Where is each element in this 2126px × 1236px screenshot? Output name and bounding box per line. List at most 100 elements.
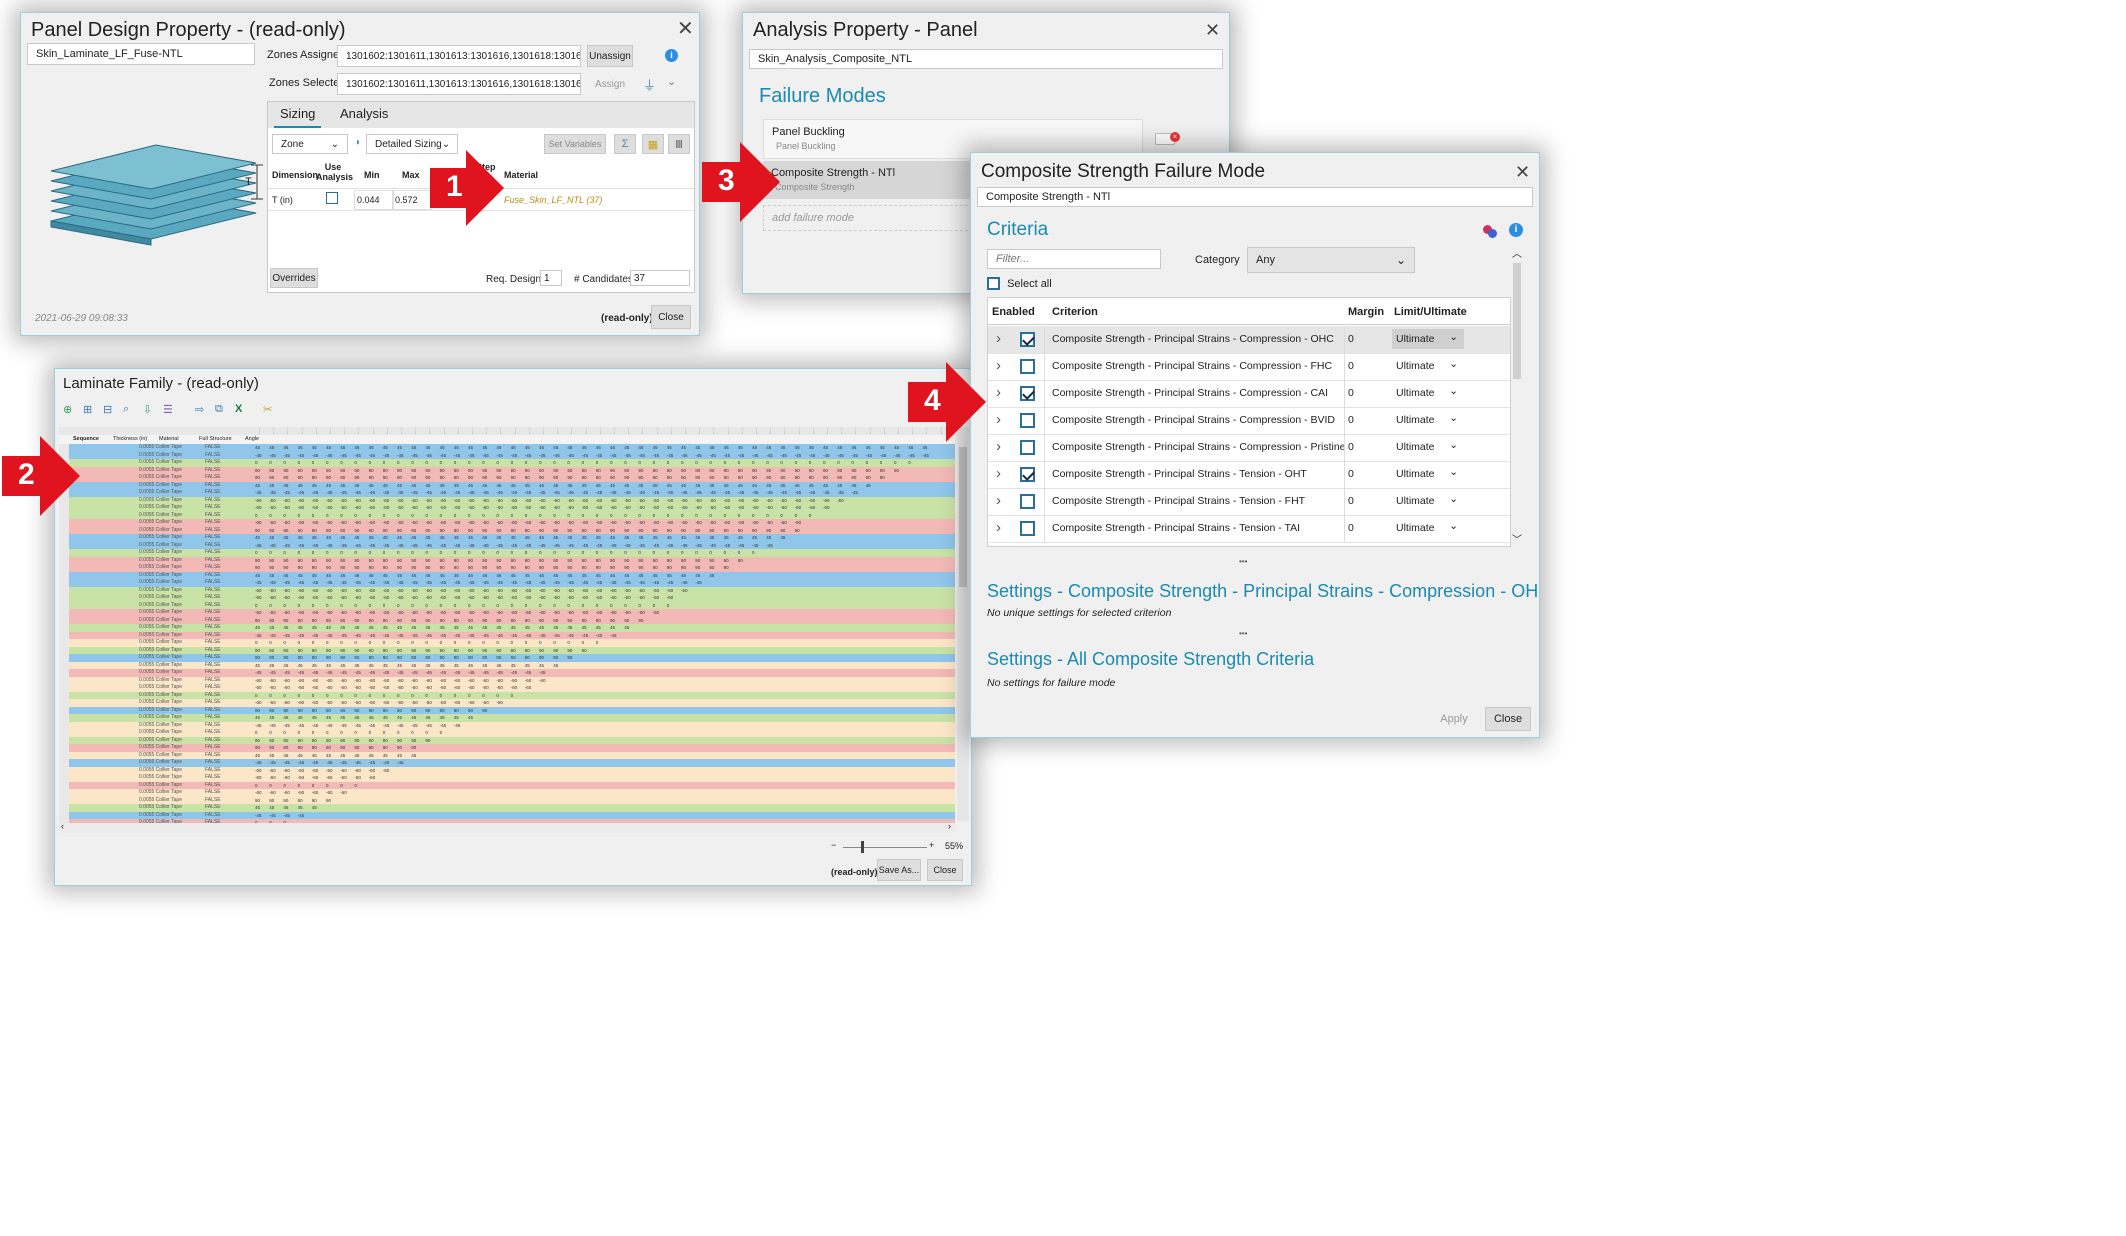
column-letter[interactable] (443, 427, 445, 435)
laminate-row[interactable]: 0.0055 Collier Tape FALSE 0 0 0 0 0 0 0 0 0 0 0 0 0 0 0 0… (59, 601, 955, 609)
zones-selected-field[interactable]: 1301602:1301611,1301613:1301616,1301618:… (337, 73, 581, 95)
limit-ultimate-select[interactable]: Ultimate ⌄ (1392, 410, 1464, 430)
laminate-row[interactable]: 0.0055 Collier Tape FALSE 90 90 90 90 90 90 90 90… (59, 744, 955, 752)
laminate-row[interactable]: 0.0055 Collier Tape FALSE 90 90 90 90 90 90 90 90… (59, 474, 955, 482)
laminate-row[interactable]: 0.0055 Collier Tape FALSE 45 45 45 45 45 (59, 804, 955, 812)
chart-icon[interactable]: ▦ (642, 134, 664, 154)
column-letter[interactable] (287, 427, 289, 435)
criteria-scrollbar[interactable]: ︿ ﹀ (1511, 245, 1523, 546)
limit-ultimate-select[interactable]: Ultimate ⌄ (1392, 518, 1464, 538)
column-letter[interactable] (869, 427, 871, 435)
column-letter[interactable] (656, 427, 658, 435)
laminate-row[interactable]: 0.0055 Collier Tape FALSE -45 -45 -45 -45 -45-… (59, 489, 955, 497)
laminate-row[interactable]: 0.0055 Collier Tape FALSE -45 -45 -45 -45 -45-… (59, 451, 955, 459)
columns-icon[interactable]: Ⅲ (668, 134, 690, 154)
laminate-row[interactable]: 0.0055 Collier Tape FALSE 0 0 0 0 0 0 0 0 0 0 0 0 0 0 0 0… (59, 549, 955, 557)
margin-value[interactable]: 0 (1348, 360, 1354, 372)
criterion-enabled-checkbox[interactable] (1020, 413, 1035, 428)
vertical-scrollbar[interactable] (957, 427, 969, 821)
column-letter[interactable] (472, 427, 473, 435)
add-failure-mode[interactable]: add failure mode (763, 205, 993, 231)
laminate-row[interactable]: 0.0055 Collier Tape FALSE 0 0 0 0 0 0 0 0 0 0 0 0 0 0 0 0… (59, 511, 955, 519)
criterion-enabled-checkbox[interactable] (1020, 521, 1035, 536)
margin-value[interactable]: 0 (1348, 522, 1354, 534)
max-value[interactable]: 0.572 (392, 190, 432, 210)
column-letter[interactable] (685, 427, 686, 435)
column-letter[interactable] (827, 427, 828, 435)
panel-close-button[interactable]: Close (651, 305, 691, 329)
tab-analysis[interactable]: Analysis (334, 106, 394, 121)
column-letter[interactable] (429, 427, 431, 435)
column-letter[interactable] (784, 427, 786, 435)
criteria-row[interactable]: › Composite Strength - Principal Strains … (988, 515, 1510, 543)
laminate-row[interactable]: 0.0055 Collier Tape FALSE 90 90 90 90 90 90 90 90… (59, 466, 955, 474)
zone-select[interactable]: Zone ⌄ (272, 134, 348, 154)
laminate-row[interactable]: 0.0055 Collier Tape FALSE 45 45 45 45 45 45 45 45… (59, 534, 955, 542)
laminate-row[interactable]: 0.0055 Collier Tape FALSE 0 0 0 0 0 0 0 0 0 0 0 0 0 0 0 0… (59, 459, 955, 467)
margin-value[interactable]: 0 (1348, 495, 1354, 507)
chevron-right-icon[interactable]: › (948, 821, 951, 831)
laminate-row[interactable]: 0.0055 Collier Tape FALSE -60 -60 -60 -60 -60-… (59, 789, 955, 797)
chevron-right-icon[interactable]: › (996, 438, 1001, 455)
column-letter[interactable] (358, 427, 360, 435)
laminate-row[interactable]: 0.0055 Collier Tape FALSE -60 -60 -60 -60 -60-… (59, 774, 955, 782)
column-letter[interactable] (273, 427, 275, 435)
column-letter[interactable] (585, 427, 587, 435)
laminate-row[interactable]: 0.0055 Collier Tape FALSE 90 90 90 90 90 90 90 90… (59, 706, 955, 714)
min-value[interactable]: 0.044 (354, 190, 394, 210)
zoom-in-icon[interactable]: + (929, 840, 934, 850)
delete-row-icon[interactable]: ⊟ (103, 403, 112, 416)
chevron-down-icon[interactable]: ﹀ (1512, 531, 1522, 546)
chevron-left-icon[interactable]: ‹ (61, 821, 64, 831)
laminate-spreadsheet[interactable]: Sequence Thickness (in) Material Full St… (59, 427, 955, 823)
limit-ultimate-select[interactable]: Ultimate ⌄ (1392, 437, 1464, 457)
laminate-row[interactable]: 0.0055 Collier Tape FALSE -60 -60 -60 -60 -60-… (59, 519, 955, 527)
chevron-right-icon[interactable]: › (996, 357, 1001, 374)
laminate-row[interactable]: 0.0055 Collier Tape FALSE 90 90 90 90 90 90 (59, 796, 955, 804)
column-letter[interactable] (614, 427, 615, 435)
column-letter[interactable] (599, 427, 601, 435)
laminate-row[interactable]: 0.0055 Collier Tape FALSE 45 45 45 45 45 45 45 45… (59, 571, 955, 579)
laminate-row[interactable]: 0.0055 Collier Tape FALSE -45 -45 -45 -45 -45-… (59, 541, 955, 549)
zoom-slider[interactable]: − + (831, 840, 934, 853)
margin-value[interactable]: 0 (1348, 468, 1354, 480)
column-letter[interactable] (514, 427, 516, 435)
search-icon[interactable]: ⌕ (123, 403, 129, 416)
column-letter[interactable] (401, 427, 402, 435)
panel-name-field[interactable]: Skin_Laminate_LF_Fuse-NTL (27, 43, 255, 65)
laminate-row[interactable]: 0.0055 Collier Tape FALSE -45 -45 -45 -45 -45-… (59, 759, 955, 767)
criterion-enabled-checkbox[interactable] (1020, 332, 1035, 347)
excel-icon[interactable]: X (235, 403, 242, 415)
criteria-row[interactable]: › Composite Strength - Principal Strains … (988, 380, 1510, 408)
list-icon[interactable]: ☰ (163, 403, 173, 416)
criterion-enabled-checkbox[interactable] (1020, 440, 1035, 455)
zoom-out-icon[interactable]: − (831, 840, 836, 850)
criteria-row[interactable]: › Composite Strength - Principal Strains … (988, 434, 1510, 462)
copy-icon[interactable]: ⧉ (215, 403, 223, 416)
column-letter[interactable] (770, 427, 772, 435)
candidates-field[interactable]: 37 (630, 270, 690, 286)
criteria-row[interactable]: › Composite Strength - Principal Strains … (988, 353, 1510, 381)
laminate-row[interactable]: 0.0055 Collier Tape FALSE -60 -60 -60 -60 -60-… (59, 586, 955, 594)
select-all[interactable]: Select all (987, 277, 1052, 290)
column-letter[interactable] (841, 427, 843, 435)
failure-mode-composite-strength[interactable]: Composite Strength - NTl Composite Stren… (763, 161, 993, 199)
analysis-close-icon[interactable]: ✕ (1205, 21, 1220, 39)
column-letter[interactable] (898, 427, 899, 435)
column-letter[interactable] (386, 427, 388, 435)
column-letter[interactable] (500, 427, 502, 435)
laminate-row[interactable]: 0.0055 Collier Tape FALSE 90 90 90 90 90 90 90 90… (59, 616, 955, 624)
column-letter[interactable] (372, 427, 374, 435)
overrides-button[interactable]: Overrides (270, 268, 318, 288)
limit-ultimate-select[interactable]: Ultimate ⌄ (1392, 383, 1464, 403)
laminate-row[interactable]: 0.0055 Collier Tape FALSE -60 -60 -60 -60 -60-… (59, 676, 955, 684)
criterion-enabled-checkbox[interactable] (1020, 467, 1035, 482)
column-letter[interactable] (486, 427, 488, 435)
laminate-row[interactable]: 0.0055 Collier Tape FALSE -60 -60 -60 -60 -60-… (59, 594, 955, 602)
column-letter[interactable] (628, 427, 630, 435)
column-letter[interactable] (756, 427, 757, 435)
laminate-row[interactable]: 0.0055 Collier Tape FALSE -45 -45 -45 -45 -45-… (59, 721, 955, 729)
column-letter[interactable] (528, 427, 530, 435)
unassign-button[interactable]: Unassign (587, 45, 633, 67)
laminate-row[interactable]: 0.0055 Collier Tape FALSE 45 45 45 45 45 45 45 45… (59, 444, 955, 452)
